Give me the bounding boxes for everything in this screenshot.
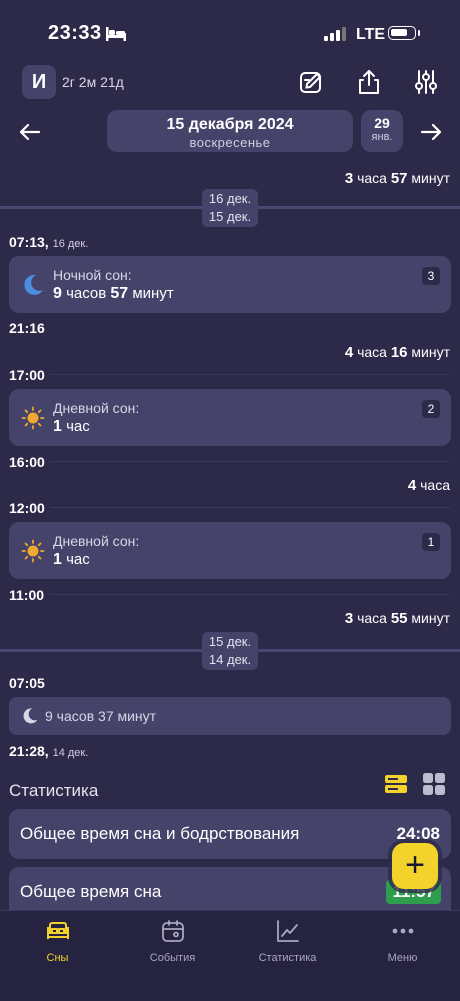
tab-statistics[interactable]: Статистика <box>230 919 345 964</box>
sleep-type: Дневной сон: <box>53 400 140 416</box>
time-label: 07:05 <box>9 675 45 691</box>
current-weekday: воскресенье <box>189 135 271 150</box>
battery-icon <box>388 26 416 40</box>
moon-icon <box>21 707 39 730</box>
sun-icon <box>21 406 45 430</box>
status-time: 23:33 <box>48 22 102 44</box>
sleep-duration: 9 часов 57 минут <box>53 285 174 302</box>
sleep-type: Ночной сон: <box>53 267 132 283</box>
day-change-badge: 16 дек. 15 дек. <box>202 189 258 227</box>
add-event-button[interactable]: + <box>392 843 438 889</box>
wake-duration: 3 часа 55 минут <box>344 610 450 627</box>
time-label: 07:13, 16 дек. <box>9 234 89 250</box>
share-icon[interactable] <box>355 68 383 96</box>
sleep-duration: 1 час <box>53 551 90 568</box>
tab-events[interactable]: События <box>115 919 230 964</box>
stat-label: Общее время сна <box>20 882 162 901</box>
plus-icon: + <box>405 846 425 884</box>
chart-icon <box>276 920 299 942</box>
current-date-selector[interactable]: 15 декабря 2024 воскресенье <box>107 110 353 152</box>
signal-icon <box>324 27 346 41</box>
day-change-badge: 15 дек. 14 дек. <box>202 632 258 670</box>
wake-duration: 4 часа <box>407 477 450 494</box>
day-sleep-card[interactable]: Дневной сон: 1 час 1 <box>9 522 451 579</box>
tab-label: Меню <box>387 952 418 964</box>
next-date-day: 29 <box>374 115 390 131</box>
more-icon <box>392 928 413 934</box>
calendar-icon <box>161 920 184 942</box>
hour-gridline <box>50 507 450 508</box>
tab-sleep[interactable]: Сны <box>0 919 115 964</box>
time-label: 21:16 <box>9 320 45 336</box>
tab-label: Сны <box>46 952 69 964</box>
next-date-shortcut[interactable]: 29 янв. <box>361 110 403 152</box>
bed-icon <box>46 922 69 939</box>
sleep-type: Дневной сон: <box>53 533 140 549</box>
next-date-month: янв. <box>371 131 393 143</box>
time-label: 17:00 <box>9 367 45 383</box>
stat-label: Общее время сна и бодрствования <box>20 824 300 843</box>
time-label: 11:00 <box>9 587 45 603</box>
bottom-tab-bar: Сны События Статистика Меню <box>0 910 460 1001</box>
tab-label: События <box>149 952 196 964</box>
sleep-index-badge: 1 <box>422 533 440 551</box>
wake-duration: 3 часа 57 минут <box>344 170 450 187</box>
sleep-index-badge: 2 <box>422 400 440 418</box>
grid-view-icon[interactable] <box>422 772 446 801</box>
time-label: 16:00 <box>9 454 45 470</box>
tab-label: Статистика <box>258 952 317 964</box>
summary-duration: 9 часов 37 минут <box>45 708 157 724</box>
time-label: 12:00 <box>9 500 45 516</box>
list-view-icon[interactable] <box>384 773 408 800</box>
sleep-index-badge: 3 <box>422 267 440 285</box>
hour-gridline <box>50 374 450 375</box>
previous-night-summary[interactable]: 9 часов 37 минут <box>9 697 451 735</box>
day-sleep-card[interactable]: Дневной сон: 1 час 2 <box>9 389 451 446</box>
moon-icon <box>21 273 45 297</box>
sleep-mode-icon <box>106 27 126 46</box>
next-day-arrow-icon[interactable] <box>419 120 443 144</box>
network-type: LTE <box>356 26 386 43</box>
battery-tip <box>418 30 420 36</box>
edit-icon[interactable] <box>298 68 326 96</box>
sun-icon <box>21 539 45 563</box>
stat-row[interactable]: Общее время сна и бодрствования 24:08 <box>9 809 451 859</box>
sleep-duration: 1 час <box>53 418 90 435</box>
previous-day-arrow-icon[interactable] <box>18 120 42 144</box>
stat-row[interactable]: Общее время сна 11:57 <box>9 867 451 910</box>
child-age: 2г 2м 21д <box>62 74 124 90</box>
time-label: 21:28, 14 дек. <box>9 743 89 759</box>
child-avatar[interactable]: И <box>22 65 56 99</box>
hour-gridline <box>50 594 450 595</box>
night-sleep-card[interactable]: Ночной сон: 9 часов 57 минут 3 <box>9 256 451 313</box>
tab-menu[interactable]: Меню <box>345 919 460 964</box>
hour-gridline <box>50 461 450 462</box>
stats-title: Статистика <box>9 781 99 800</box>
filter-settings-icon[interactable] <box>412 68 440 96</box>
current-date: 15 декабря 2024 <box>166 116 294 133</box>
wake-duration: 4 часа 16 минут <box>344 344 450 361</box>
stat-value: 24:08 <box>396 824 440 843</box>
